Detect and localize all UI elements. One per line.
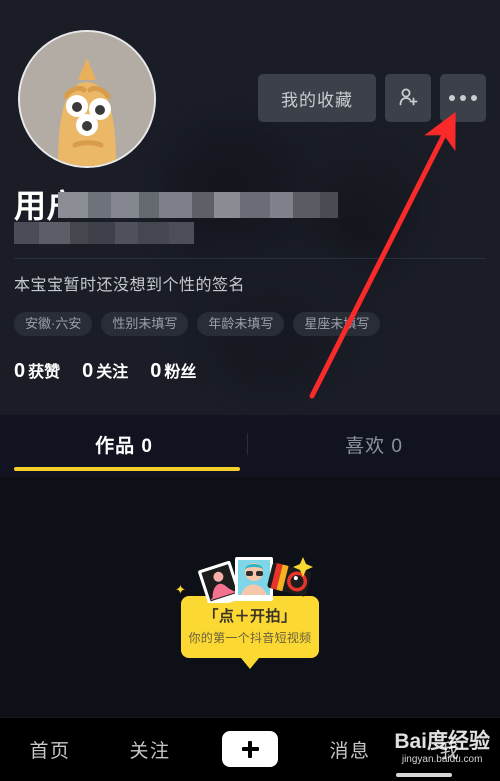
bio-text: 本宝宝暂时还没想到个性的签名 xyxy=(14,277,246,294)
tag-constellation[interactable]: 星座未填写 xyxy=(293,312,381,336)
nav-me[interactable]: 我 xyxy=(400,736,500,763)
header-actions: 我的收藏 xyxy=(258,74,486,122)
stat-followers-value: 0 xyxy=(150,360,162,382)
app-screen: 我的收藏 用户6544888962759 本宝宝暂时还没想到个性的签名 安徽·六… xyxy=(0,0,500,781)
nav-home[interactable]: 首页 xyxy=(0,736,100,763)
person-add-icon xyxy=(399,88,418,106)
sparkle-icon-left: ✦ xyxy=(175,582,186,597)
nav-top-border xyxy=(0,717,500,718)
more-options-button[interactable] xyxy=(440,74,486,122)
photos-camera-icon xyxy=(198,557,313,609)
stat-followers-label: 粉丝 xyxy=(164,364,197,381)
stat-likes[interactable]: 0 获赞 xyxy=(14,358,60,383)
stat-following[interactable]: 0 关注 xyxy=(82,358,128,383)
create-card-subtitle: 你的第一个抖音短视频 xyxy=(188,631,312,645)
header-divider xyxy=(14,258,486,259)
stat-following-label: 关注 xyxy=(96,364,129,381)
tag-gender[interactable]: 性别未填写 xyxy=(101,312,189,336)
plus-icon xyxy=(241,740,259,758)
profile-header: 我的收藏 用户6544888962759 本宝宝暂时还没想到个性的签名 安徽·六… xyxy=(0,0,500,415)
my-favorites-button[interactable]: 我的收藏 xyxy=(258,74,376,122)
tag-age[interactable]: 年龄未填写 xyxy=(197,312,285,336)
tag-location[interactable]: 安徽·六安 xyxy=(14,312,93,336)
ellipsis-icon xyxy=(449,95,477,101)
avatar[interactable] xyxy=(18,30,156,168)
stat-likes-label: 获赞 xyxy=(28,364,61,381)
profile-stats: 0 获赞 0 关注 0 粉丝 xyxy=(14,358,196,383)
home-indicator xyxy=(396,773,452,777)
add-friend-button[interactable] xyxy=(385,74,431,122)
nav-follow[interactable]: 关注 xyxy=(100,736,200,763)
create-first-video-card[interactable]: 「点＋开拍」 你的第一个抖音短视频 xyxy=(181,596,319,669)
create-card-title: 「点＋开拍」 xyxy=(203,608,297,625)
profile-tags: 安徽·六安 性别未填写 年龄未填写 星座未填写 xyxy=(14,312,381,336)
content-tabs: 作品 0 喜欢 0 xyxy=(0,415,500,477)
nav-messages[interactable]: 消息 xyxy=(300,736,400,763)
card-pointer-arrow xyxy=(241,658,259,669)
stat-followers[interactable]: 0 粉丝 xyxy=(150,358,196,383)
tab-active-indicator xyxy=(14,467,240,471)
username-prefix: 用户 xyxy=(14,188,80,224)
avatar-character-icon xyxy=(20,32,154,166)
stat-likes-value: 0 xyxy=(14,360,26,382)
bottom-navigation: 首页 关注 消息 我 xyxy=(0,717,500,781)
page-title: 用户6544888962759 xyxy=(14,188,323,224)
tab-likes[interactable]: 喜欢 0 xyxy=(248,431,500,458)
tab-works[interactable]: 作品 0 xyxy=(0,431,248,458)
nav-create-wrap xyxy=(200,731,300,767)
stat-following-value: 0 xyxy=(82,360,94,382)
nav-create-button[interactable] xyxy=(218,731,282,767)
empty-state-decoration: ✦ xyxy=(175,555,319,609)
